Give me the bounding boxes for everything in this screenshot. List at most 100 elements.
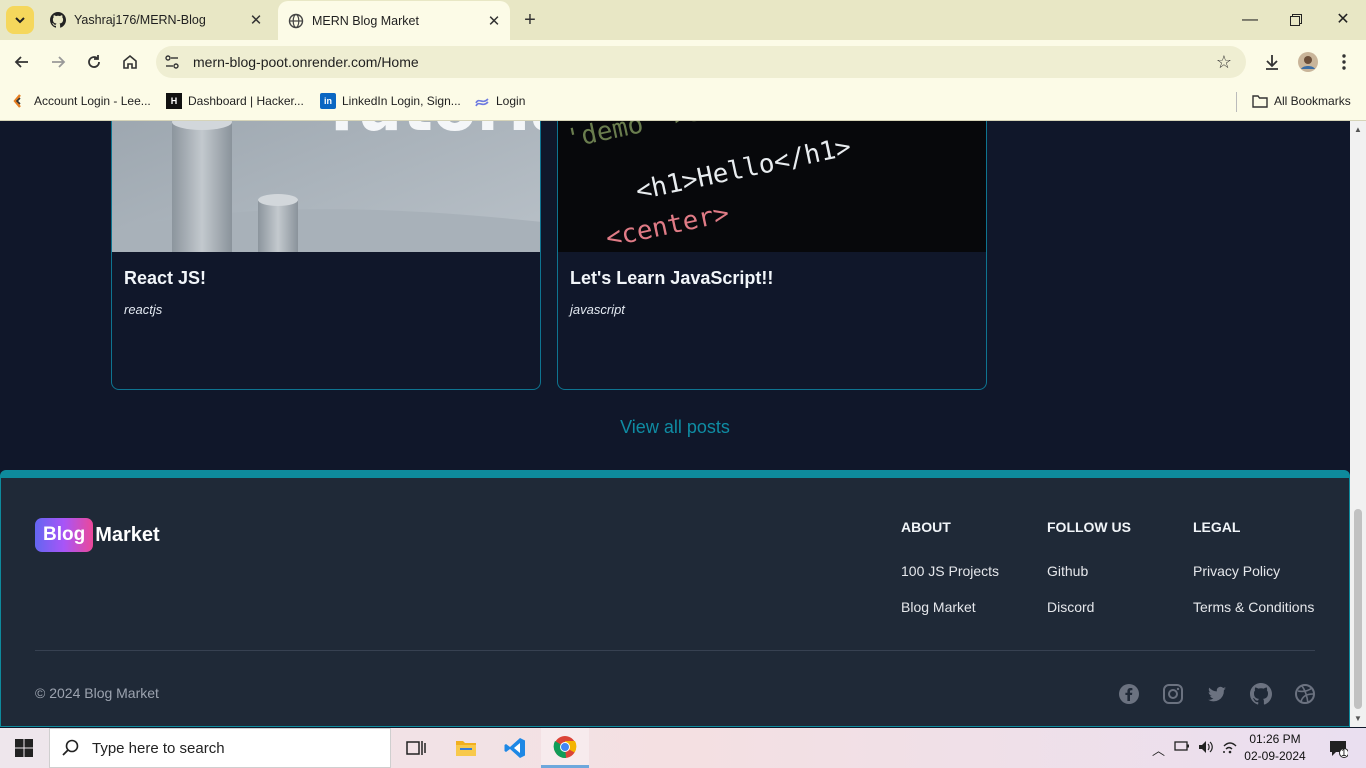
address-bar[interactable]: mern-blog-poot.onrender.com/Home ☆ [156, 46, 1246, 78]
footer-link[interactable]: Blog Market [901, 599, 976, 615]
view-all-posts-link[interactable]: View all posts [0, 417, 1350, 438]
system-clock[interactable]: 01:26 PM 02-09-2024 [1242, 731, 1308, 765]
javascript-code-image: 'demo' >Java</h1 <h1>Hello</h1> <center> [558, 121, 986, 252]
window-close-icon[interactable]: ✕ [1331, 8, 1355, 32]
footer-divider [35, 650, 1315, 651]
clock-date: 02-09-2024 [1244, 749, 1306, 763]
footer-link[interactable]: 100 JS Projects [901, 563, 999, 579]
browser-toolbar: mern-blog-poot.onrender.com/Home ☆ [0, 40, 1366, 84]
logo-highlight: Blog [35, 518, 94, 552]
bookmark-item[interactable]: H Dashboard | Hacker... [166, 93, 304, 109]
footer-logo[interactable]: Blog Market [35, 518, 160, 552]
browser-tab-bar: Yashraj176/MERN-Blog ✕ MERN Blog Market … [0, 0, 1366, 41]
footer-column-follow: FOLLOW US Github Discord [1047, 519, 1131, 615]
taskbar-search-box[interactable]: Type here to search [49, 728, 391, 768]
github-icon [50, 12, 66, 28]
site-footer: Blog Market ABOUT 100 JS Projects Blog M… [0, 470, 1350, 727]
tab-search-button[interactable] [6, 6, 34, 34]
page-scrollbar[interactable]: ▲ ▼ [1350, 121, 1366, 727]
avatar-icon [1298, 52, 1318, 72]
start-button[interactable] [0, 728, 48, 768]
post-category: javascript [570, 302, 625, 317]
hackerrank-icon: H [166, 93, 182, 109]
back-button[interactable] [10, 50, 34, 74]
reload-button[interactable] [82, 50, 106, 74]
footer-heading: ABOUT [901, 519, 951, 535]
vscode-icon [504, 738, 525, 758]
footer-link[interactable]: Privacy Policy [1193, 563, 1280, 579]
globe-icon [288, 13, 304, 29]
bookmark-label: Dashboard | Hacker... [188, 94, 304, 108]
linkedin-icon: in [320, 93, 336, 109]
download-icon [1266, 55, 1278, 70]
bookmark-item[interactable]: Login [474, 93, 525, 109]
profile-avatar[interactable] [1296, 50, 1320, 74]
facebook-icon[interactable] [1118, 683, 1140, 705]
copyright-text: © 2024 Blog Market [35, 685, 159, 701]
scroll-up-icon[interactable]: ▲ [1354, 125, 1362, 134]
post-thumbnail[interactable]: 'demo' >Java</h1 <h1>Hello</h1> <center> [558, 121, 986, 252]
logo-text: Market [95, 523, 160, 546]
all-bookmarks-label: All Bookmarks [1274, 94, 1351, 108]
footer-link[interactable]: Terms & Conditions [1193, 599, 1314, 615]
task-view-button[interactable] [396, 728, 436, 768]
post-thumbnail[interactable]: Tutorial [112, 121, 540, 252]
footer-link[interactable]: Github [1047, 563, 1088, 579]
chrome-button[interactable] [541, 728, 589, 768]
post-title[interactable]: Let's Learn JavaScript!! [570, 268, 773, 289]
twitter-icon[interactable] [1206, 683, 1228, 705]
bookmark-star-icon[interactable]: ☆ [1216, 52, 1232, 73]
page-content: Tutorial React JS! reactjs 'demo' >Java<… [0, 121, 1350, 727]
bookmark-item[interactable]: Account Login - Lee... [12, 93, 151, 109]
new-tab-button[interactable]: + [520, 8, 540, 32]
clock-time: 01:26 PM [1249, 732, 1301, 746]
bookmark-label: LinkedIn Login, Sign... [342, 94, 461, 108]
battery-icon[interactable] [1174, 740, 1190, 755]
home-button[interactable] [118, 50, 142, 74]
folder-icon [456, 741, 476, 756]
footer-heading: LEGAL [1193, 519, 1241, 535]
browser-menu-button[interactable] [1332, 50, 1356, 74]
bookmarks-bar: Account Login - Lee... H Dashboard | Hac… [0, 84, 1366, 121]
dribbble-icon[interactable] [1294, 683, 1316, 705]
all-bookmarks-button[interactable]: All Bookmarks [1252, 93, 1351, 109]
site-settings-icon[interactable] [164, 54, 180, 70]
bookmark-label: Login [496, 94, 526, 108]
wifi-icon[interactable] [1222, 740, 1238, 757]
close-icon[interactable]: ✕ [484, 12, 504, 30]
tab-github[interactable]: Yashraj176/MERN-Blog ✕ [40, 0, 272, 40]
instagram-icon[interactable] [1162, 683, 1184, 705]
close-icon[interactable]: ✕ [246, 11, 266, 29]
scrollbar-thumb[interactable] [1354, 509, 1362, 709]
forward-button[interactable] [46, 50, 70, 74]
minimize-icon[interactable]: — [1238, 8, 1262, 32]
windows-logo-icon [15, 739, 33, 757]
tutorial-text: Tutorial [320, 121, 540, 146]
tab-mern-blog[interactable]: MERN Blog Market ✕ [278, 1, 510, 41]
lee-logo-icon [12, 93, 28, 109]
notification-center-button[interactable]: 1 [1318, 728, 1358, 768]
footer-heading: FOLLOW US [1047, 519, 1131, 535]
windows-taskbar: Type here to search ︿ 01:26 PM 02-09-202… [0, 728, 1366, 768]
footer-link[interactable]: Discord [1047, 599, 1094, 615]
restore-icon[interactable] [1284, 8, 1308, 32]
search-placeholder: Type here to search [92, 739, 225, 757]
post-card[interactable]: Tutorial React JS! reactjs [111, 121, 541, 390]
chevron-down-icon [15, 17, 25, 24]
scroll-down-icon[interactable]: ▼ [1354, 714, 1362, 723]
bookmark-separator [1236, 92, 1237, 112]
more-vertical-icon [1342, 54, 1346, 70]
github-icon[interactable] [1250, 683, 1272, 705]
post-category: reactjs [124, 302, 163, 317]
reload-icon [88, 55, 100, 68]
vscode-button[interactable] [495, 728, 535, 768]
bookmark-item[interactable]: in LinkedIn Login, Sign... [320, 93, 461, 109]
downloads-button[interactable] [1260, 50, 1284, 74]
volume-icon[interactable] [1198, 740, 1214, 757]
file-explorer-button[interactable] [446, 728, 486, 768]
post-card[interactable]: 'demo' >Java</h1 <h1>Hello</h1> <center>… [557, 121, 987, 390]
footer-column-legal: LEGAL Privacy Policy Terms & Conditions [1193, 519, 1314, 615]
post-title[interactable]: React JS! [124, 268, 206, 289]
arrow-left-icon [14, 56, 28, 68]
show-hidden-icons-icon[interactable]: ︿ [1152, 740, 1165, 759]
